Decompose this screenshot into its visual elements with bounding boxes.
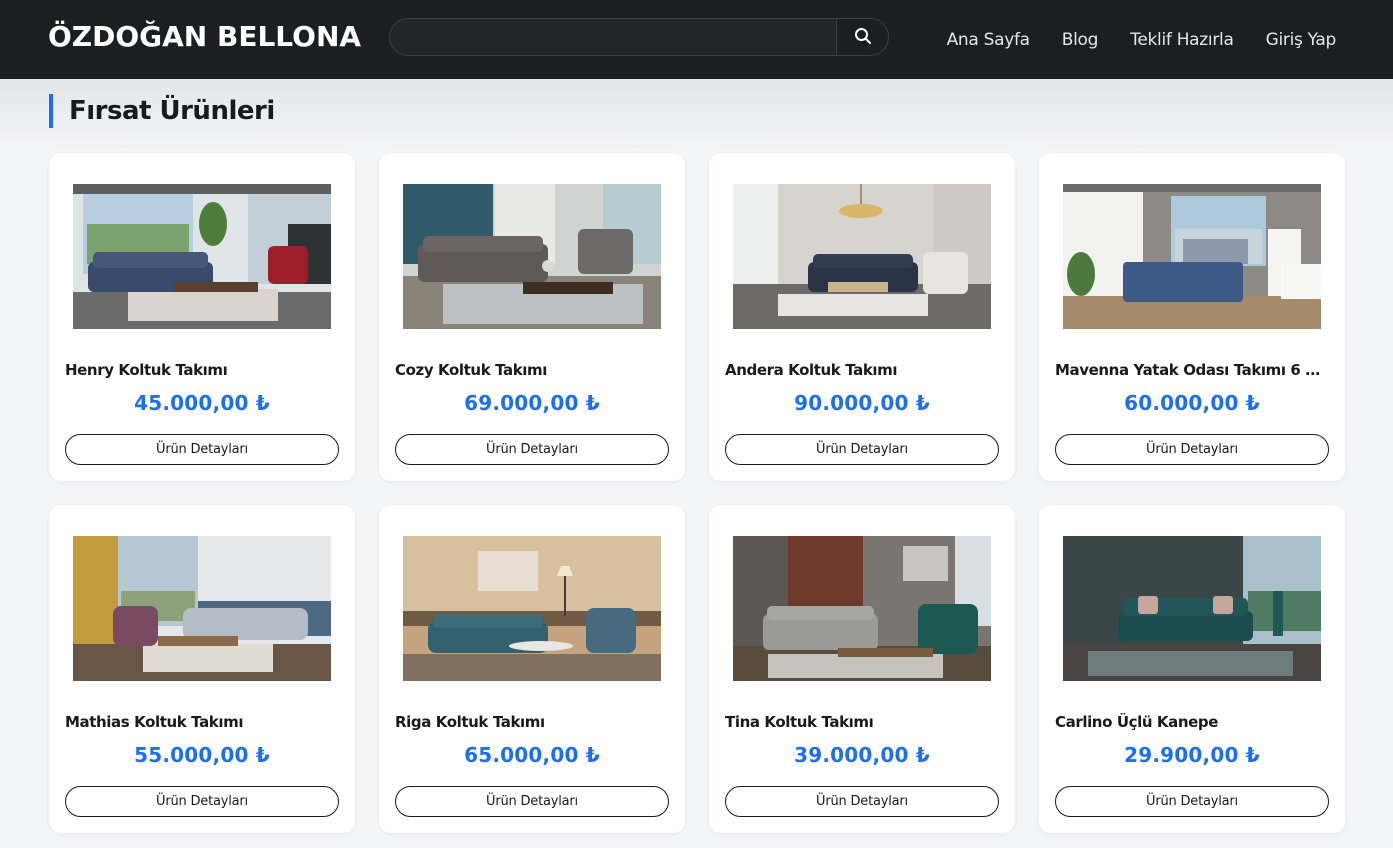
product-card: Carlino Üçlü Kanepe 29.900,00 ₺ Ürün Det… xyxy=(1039,505,1345,833)
product-card: Mathias Koltuk Takımı 55.000,00 ₺ Ürün D… xyxy=(49,505,355,833)
product-details-button[interactable]: Ürün Detayları xyxy=(65,434,339,465)
search-icon xyxy=(854,27,872,48)
product-name[interactable]: Carlino Üçlü Kanepe xyxy=(1055,713,1329,731)
main-nav: Ana Sayfa Blog Teklif Hazırla Giriş Yap xyxy=(947,0,1337,79)
product-price: 45.000,00 ₺ xyxy=(134,391,270,415)
product-name[interactable]: Cozy Koltuk Takımı xyxy=(395,361,669,379)
product-name[interactable]: Riga Koltuk Takımı xyxy=(395,713,669,731)
product-details-button[interactable]: Ürün Detayları xyxy=(1055,786,1329,817)
product-card: Mavenna Yatak Odası Takımı 6 Ka... 60.00… xyxy=(1039,153,1345,481)
product-price: 90.000,00 ₺ xyxy=(794,391,930,415)
product-details-button[interactable]: Ürün Detayları xyxy=(395,786,669,817)
product-price: 60.000,00 ₺ xyxy=(1124,391,1260,415)
search-bar xyxy=(389,18,889,56)
product-name[interactable]: Andera Koltuk Takımı xyxy=(725,361,999,379)
product-details-button[interactable]: Ürün Detayları xyxy=(725,786,999,817)
product-price: 29.900,00 ₺ xyxy=(1124,743,1260,767)
product-image[interactable] xyxy=(73,184,331,329)
product-image[interactable] xyxy=(403,184,661,329)
product-card: Riga Koltuk Takımı 65.000,00 ₺ Ürün Deta… xyxy=(379,505,685,833)
product-name[interactable]: Tina Koltuk Takımı xyxy=(725,713,999,731)
brand-logo[interactable]: ÖZDOĞAN BELLONA xyxy=(48,20,361,53)
product-price: 69.000,00 ₺ xyxy=(464,391,600,415)
nav-home[interactable]: Ana Sayfa xyxy=(947,30,1031,50)
nav-blog[interactable]: Blog xyxy=(1062,30,1099,50)
product-name[interactable]: Henry Koltuk Takımı xyxy=(65,361,339,379)
nav-quote[interactable]: Teklif Hazırla xyxy=(1130,30,1234,50)
product-details-button[interactable]: Ürün Detayları xyxy=(395,434,669,465)
product-name[interactable]: Mathias Koltuk Takımı xyxy=(65,713,339,731)
product-details-button[interactable]: Ürün Detayları xyxy=(725,434,999,465)
product-price: 39.000,00 ₺ xyxy=(794,743,930,767)
product-grid: Henry Koltuk Takımı 45.000,00 ₺ Ürün Det… xyxy=(49,153,1345,833)
product-image[interactable] xyxy=(733,184,991,329)
product-image[interactable] xyxy=(403,536,661,681)
nav-login[interactable]: Giriş Yap xyxy=(1266,30,1337,50)
section-title: Fırsat Ürünleri xyxy=(49,94,275,128)
search-button[interactable] xyxy=(836,19,888,55)
search-input[interactable] xyxy=(390,19,836,55)
product-card: Tina Koltuk Takımı 39.000,00 ₺ Ürün Deta… xyxy=(709,505,1015,833)
product-name[interactable]: Mavenna Yatak Odası Takımı 6 Ka... xyxy=(1055,361,1329,379)
product-details-button[interactable]: Ürün Detayları xyxy=(65,786,339,817)
product-card: Andera Koltuk Takımı 90.000,00 ₺ Ürün De… xyxy=(709,153,1015,481)
top-navbar: ÖZDOĞAN BELLONA Ana Sayfa Blog Teklif Ha… xyxy=(0,0,1393,79)
product-details-button[interactable]: Ürün Detayları xyxy=(1055,434,1329,465)
product-image[interactable] xyxy=(733,536,991,681)
product-image[interactable] xyxy=(73,536,331,681)
product-card: Henry Koltuk Takımı 45.000,00 ₺ Ürün Det… xyxy=(49,153,355,481)
product-card: Cozy Koltuk Takımı 69.000,00 ₺ Ürün Deta… xyxy=(379,153,685,481)
product-price: 65.000,00 ₺ xyxy=(464,743,600,767)
product-image[interactable] xyxy=(1063,184,1321,329)
product-price: 55.000,00 ₺ xyxy=(134,743,270,767)
product-image[interactable] xyxy=(1063,536,1321,681)
